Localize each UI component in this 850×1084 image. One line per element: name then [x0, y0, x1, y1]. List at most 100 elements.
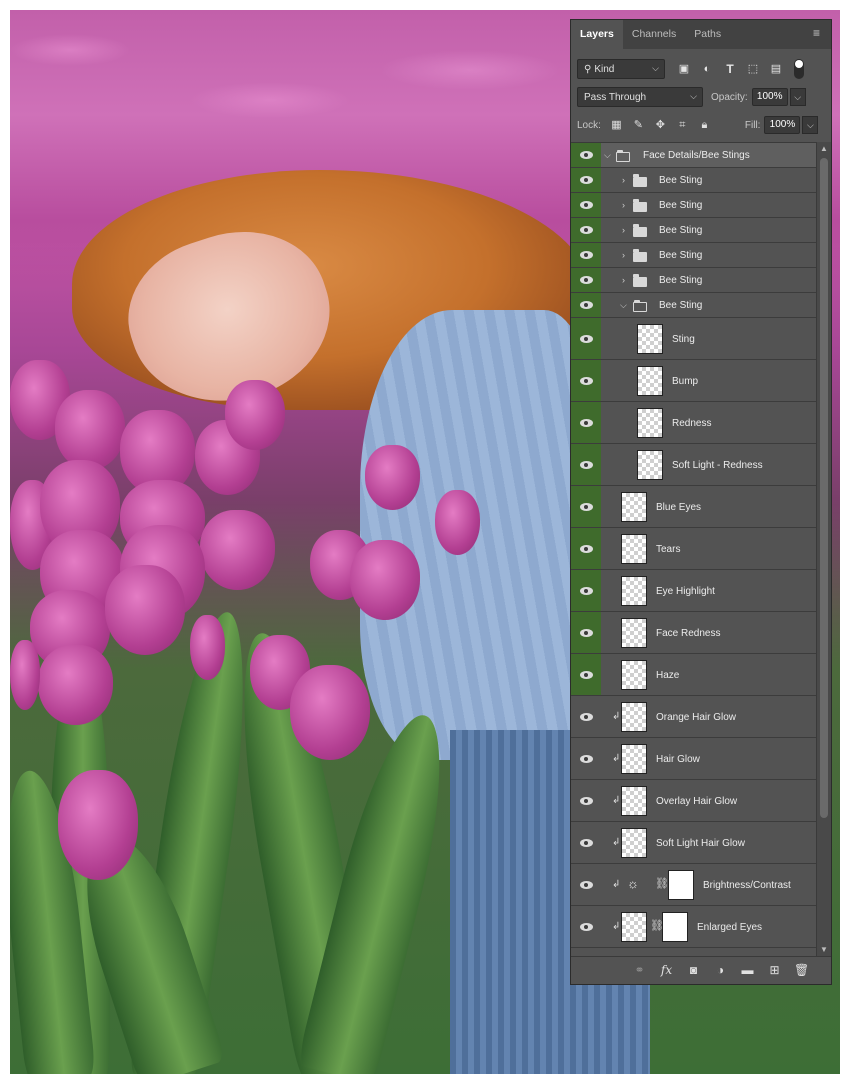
opacity-label: Opacity: — [711, 91, 748, 103]
layer-row[interactable]: ↲ ⛓ Enlarged Eyes — [571, 906, 816, 948]
visibility-toggle[interactable] — [571, 654, 601, 695]
chevron-down-icon[interactable]: ⌵ — [604, 150, 611, 161]
layer-row[interactable]: ↲ Hair Glow — [571, 738, 816, 780]
scroll-up-icon[interactable]: ▲ — [820, 144, 828, 153]
layer-row[interactable]: ↲ Soft Light Hair Glow — [571, 822, 816, 864]
visibility-toggle[interactable] — [571, 528, 601, 569]
chevron-down-icon[interactable]: ⌵ — [620, 300, 627, 311]
layer-row[interactable]: ↲ ☼ ⛓ Brightness/Contrast — [571, 864, 816, 906]
tulip-flower — [365, 445, 420, 510]
tab-layers[interactable]: Layers — [571, 20, 623, 49]
visibility-toggle[interactable] — [571, 218, 601, 242]
layer-row[interactable]: Soft Light - Redness — [571, 444, 816, 486]
visibility-toggle[interactable] — [571, 612, 601, 653]
scroll-down-icon[interactable]: ▼ — [820, 945, 828, 954]
link-icon[interactable]: ⚭ — [632, 963, 647, 978]
visibility-toggle[interactable] — [571, 293, 601, 317]
layer-name: Bee Sting — [659, 225, 703, 236]
filter-kind-select[interactable]: ⚲ Kind ⌵ — [577, 59, 665, 79]
chevron-right-icon[interactable]: › — [622, 175, 625, 185]
blend-mode-value: Pass Through — [584, 91, 647, 103]
pixel-filter-icon[interactable]: ▣ — [677, 62, 691, 76]
new-group-icon[interactable]: ▬ — [740, 963, 755, 978]
layer-thumbnail — [621, 702, 647, 732]
chevron-right-icon[interactable]: › — [622, 250, 625, 260]
layer-list-scrollbar[interactable]: ▲ ▼ — [816, 142, 831, 956]
visibility-toggle[interactable] — [571, 444, 601, 485]
add-mask-icon[interactable]: ◙ — [686, 963, 701, 978]
fill-dropdown-button[interactable]: ⌵ — [802, 116, 819, 134]
type-filter-icon[interactable]: T — [723, 62, 737, 76]
eye-icon — [579, 712, 593, 721]
chevron-right-icon[interactable]: › — [622, 275, 625, 285]
new-adjustment-icon[interactable]: ◑ — [713, 963, 728, 978]
visibility-toggle[interactable] — [571, 906, 601, 947]
eye-icon — [579, 586, 593, 595]
layer-row[interactable]: Blue Eyes — [571, 486, 816, 528]
layer-row[interactable]: Sting — [571, 318, 816, 360]
blend-mode-select[interactable]: Pass Through ⌵ — [577, 87, 703, 107]
eye-icon — [579, 502, 593, 511]
layer-row[interactable]: Haze — [571, 654, 816, 696]
visibility-toggle[interactable] — [571, 864, 601, 905]
scrollbar-thumb[interactable] — [820, 158, 828, 818]
visibility-toggle[interactable] — [571, 738, 601, 779]
eye-icon — [579, 880, 593, 889]
lock-artboard-icon[interactable]: ⌗ — [676, 119, 689, 132]
layer-row[interactable]: ⌵ Bee Sting — [571, 293, 816, 318]
chevron-right-icon[interactable]: › — [622, 225, 625, 235]
fx-icon[interactable]: fx — [659, 963, 674, 978]
visibility-toggle[interactable] — [571, 168, 601, 192]
layer-name: Blue Eyes — [656, 502, 702, 513]
eye-icon — [579, 838, 593, 847]
lock-position-move-icon[interactable]: ✥ — [654, 119, 667, 132]
layer-row[interactable]: › Bee Sting — [571, 168, 816, 193]
new-layer-icon[interactable]: ⊞ — [767, 963, 782, 978]
layer-list[interactable]: ⌵ Face Details/Bee Stings › Bee Sting › … — [571, 142, 816, 956]
visibility-toggle[interactable] — [571, 143, 601, 167]
lock-pixels-brush-icon[interactable]: ✎ — [632, 119, 645, 132]
layer-row[interactable]: ↲ Overlay Hair Glow — [571, 780, 816, 822]
layer-name: Redness — [672, 418, 712, 429]
folder-icon — [633, 199, 647, 212]
visibility-toggle[interactable] — [571, 822, 601, 863]
layer-row[interactable]: Tears — [571, 528, 816, 570]
visibility-toggle[interactable] — [571, 402, 601, 443]
visibility-toggle[interactable] — [571, 570, 601, 611]
smart-object-filter-icon[interactable]: ▤ — [769, 62, 783, 76]
layer-row[interactable]: ↲ Orange Hair Glow — [571, 696, 816, 738]
panel-menu-icon[interactable]: ≡ — [813, 27, 825, 39]
opacity-input[interactable]: 100% — [751, 88, 788, 106]
clipping-mask-icon: ↲ — [612, 837, 621, 848]
trash-icon[interactable]: 🗑︎ — [794, 963, 809, 978]
visibility-toggle[interactable] — [571, 696, 601, 737]
fill-input[interactable]: 100% — [764, 116, 801, 134]
visibility-toggle[interactable] — [571, 360, 601, 401]
visibility-toggle[interactable] — [571, 486, 601, 527]
layer-row[interactable]: ⌵ Face Details/Bee Stings — [571, 143, 816, 168]
layer-row[interactable]: Redness — [571, 402, 816, 444]
visibility-toggle[interactable] — [571, 243, 601, 267]
lock-transparency-icon[interactable]: ▦ — [610, 119, 623, 132]
opacity-dropdown-button[interactable]: ⌵ — [789, 88, 806, 106]
visibility-toggle[interactable] — [571, 268, 601, 292]
layer-row[interactable]: › Bee Sting — [571, 243, 816, 268]
chevron-right-icon[interactable]: › — [622, 200, 625, 210]
layer-row[interactable]: › Bee Sting — [571, 268, 816, 293]
visibility-toggle[interactable] — [571, 780, 601, 821]
layer-row[interactable]: Bump — [571, 360, 816, 402]
chevron-down-icon: ⌵ — [652, 63, 659, 73]
shape-filter-icon[interactable]: ⬚ — [746, 62, 760, 76]
tab-paths[interactable]: Paths — [685, 20, 730, 49]
layer-row[interactable]: › Bee Sting — [571, 218, 816, 243]
layer-row[interactable]: Eye Highlight — [571, 570, 816, 612]
visibility-toggle[interactable] — [571, 193, 601, 217]
layer-row[interactable]: › Bee Sting — [571, 193, 816, 218]
filter-toggle[interactable] — [794, 59, 804, 79]
brightness-adjustment-icon: ☼ — [627, 876, 639, 891]
lock-all-icon[interactable]: 🔒︎ — [698, 119, 711, 132]
tab-channels[interactable]: Channels — [623, 20, 685, 49]
visibility-toggle[interactable] — [571, 318, 601, 359]
adjustment-filter-icon[interactable]: ◐ — [700, 62, 714, 76]
layer-row[interactable]: Face Redness — [571, 612, 816, 654]
